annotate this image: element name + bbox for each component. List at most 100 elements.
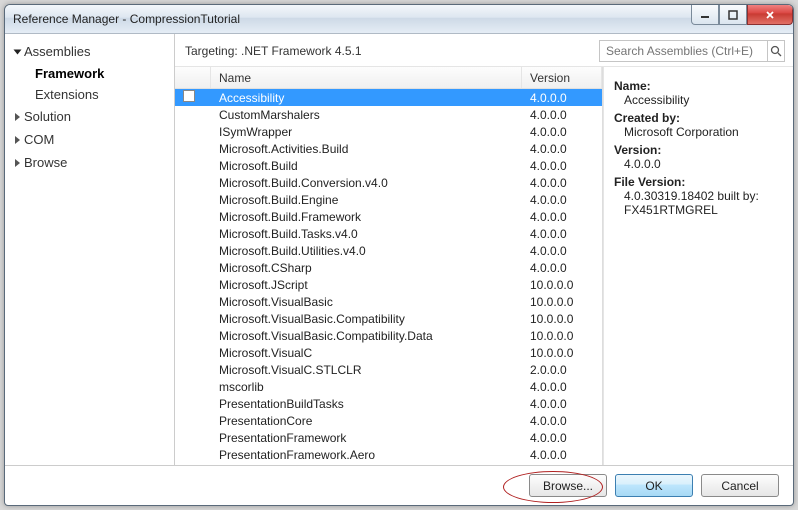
- row-name: Microsoft.Build.Engine: [211, 193, 522, 207]
- sidebar-section-label: Solution: [24, 109, 71, 124]
- assembly-row[interactable]: Accessibility4.0.0.0: [175, 89, 602, 106]
- assembly-row[interactable]: PresentationBuildTasks4.0.0.0: [175, 395, 602, 412]
- assembly-row[interactable]: Microsoft.VisualBasic.Compatibility10.0.…: [175, 310, 602, 327]
- assembly-row[interactable]: Microsoft.Activities.Build4.0.0.0: [175, 140, 602, 157]
- sidebar-item-extensions[interactable]: Extensions: [5, 84, 174, 105]
- assembly-row[interactable]: Microsoft.Build.Tasks.v4.04.0.0.0: [175, 225, 602, 242]
- row-name: Microsoft.VisualC.STLCLR: [211, 363, 522, 377]
- assembly-row[interactable]: PresentationCore4.0.0.0: [175, 412, 602, 429]
- content-area: Targeting: .NET Framework 4.5.1 Name Ver…: [175, 34, 793, 465]
- chevron-icon: [15, 136, 20, 144]
- search-box[interactable]: [599, 40, 785, 62]
- row-name: Microsoft.Build.Framework: [211, 210, 522, 224]
- row-version: 4.0.0.0: [522, 448, 602, 462]
- row-name: ISymWrapper: [211, 125, 522, 139]
- assembly-row[interactable]: Microsoft.Build.Utilities.v4.04.0.0.0: [175, 242, 602, 259]
- sidebar-section-label: Assemblies: [24, 44, 90, 59]
- assembly-row[interactable]: PresentationFramework4.0.0.0: [175, 429, 602, 446]
- row-name: Microsoft.JScript: [211, 278, 522, 292]
- row-name: Microsoft.Build.Conversion.v4.0: [211, 176, 522, 190]
- titlebar[interactable]: Reference Manager - CompressionTutorial: [5, 5, 793, 34]
- row-name: Microsoft.Build.Tasks.v4.0: [211, 227, 522, 241]
- assembly-row[interactable]: Microsoft.VisualBasic.Compatibility.Data…: [175, 327, 602, 344]
- column-version[interactable]: Version: [522, 67, 602, 88]
- row-name: Microsoft.VisualBasic.Compatibility.Data: [211, 329, 522, 343]
- row-version: 4.0.0.0: [522, 125, 602, 139]
- browse-button[interactable]: Browse...: [529, 474, 607, 497]
- assembly-row[interactable]: Microsoft.Build.Conversion.v4.04.0.0.0: [175, 174, 602, 191]
- row-version: 4.0.0.0: [522, 159, 602, 173]
- detail-filever-value: 4.0.30319.18402 built by: FX451RTMGREL: [614, 189, 783, 217]
- minimize-button[interactable]: [691, 5, 719, 25]
- row-name: PresentationFramework: [211, 431, 522, 445]
- assembly-row[interactable]: Microsoft.VisualBasic10.0.0.0: [175, 293, 602, 310]
- row-version: 4.0.0.0: [522, 261, 602, 275]
- detail-created-value: Microsoft Corporation: [614, 125, 783, 139]
- row-version: 4.0.0.0: [522, 397, 602, 411]
- detail-name-value: Accessibility: [614, 93, 783, 107]
- chevron-icon: [15, 159, 20, 167]
- assembly-row[interactable]: Microsoft.JScript10.0.0.0: [175, 276, 602, 293]
- sidebar: Assemblies FrameworkExtensions Solution COM…: [5, 34, 175, 465]
- sidebar-item-framework[interactable]: Framework: [5, 63, 174, 84]
- row-checkbox-cell[interactable]: [175, 90, 211, 105]
- dialog-window: Reference Manager - CompressionTutorial …: [4, 4, 794, 506]
- targeting-label: Targeting: .NET Framework 4.5.1: [185, 44, 591, 58]
- column-name[interactable]: Name: [211, 67, 522, 88]
- row-version: 4.0.0.0: [522, 414, 602, 428]
- row-name: Microsoft.Build: [211, 159, 522, 173]
- row-name: Accessibility: [211, 91, 522, 105]
- assembly-row[interactable]: PresentationFramework.Aero4.0.0.0: [175, 446, 602, 463]
- assembly-row[interactable]: ISymWrapper4.0.0.0: [175, 123, 602, 140]
- row-name: Microsoft.VisualBasic: [211, 295, 522, 309]
- detail-version-value: 4.0.0.0: [614, 157, 783, 171]
- assembly-row[interactable]: Microsoft.CSharp4.0.0.0: [175, 259, 602, 276]
- footer: Browse... OK Cancel: [5, 465, 793, 505]
- row-version: 4.0.0.0: [522, 210, 602, 224]
- assembly-list[interactable]: Name Version Accessibility4.0.0.0CustomM…: [175, 67, 603, 465]
- row-version: 4.0.0.0: [522, 193, 602, 207]
- row-name: Microsoft.CSharp: [211, 261, 522, 275]
- checkbox-icon[interactable]: [183, 90, 195, 102]
- assembly-row[interactable]: mscorlib4.0.0.0: [175, 378, 602, 395]
- row-name: PresentationBuildTasks: [211, 397, 522, 411]
- column-check[interactable]: [175, 67, 211, 88]
- assembly-row[interactable]: CustomMarshalers4.0.0.0: [175, 106, 602, 123]
- row-version: 10.0.0.0: [522, 312, 602, 326]
- assembly-row[interactable]: Microsoft.VisualC.STLCLR2.0.0.0: [175, 361, 602, 378]
- assembly-row[interactable]: Microsoft.VisualC10.0.0.0: [175, 344, 602, 361]
- row-version: 2.0.0.0: [522, 363, 602, 377]
- row-name: PresentationFramework.Aero: [211, 448, 522, 462]
- row-name: PresentationCore: [211, 414, 522, 428]
- assembly-row[interactable]: Microsoft.Build4.0.0.0: [175, 157, 602, 174]
- dialog-body: Assemblies FrameworkExtensions Solution COM…: [5, 34, 793, 465]
- row-version: 4.0.0.0: [522, 108, 602, 122]
- window-buttons: [691, 5, 793, 25]
- cancel-button[interactable]: Cancel: [701, 474, 779, 497]
- ok-button[interactable]: OK: [615, 474, 693, 497]
- row-name: mscorlib: [211, 380, 522, 394]
- sidebar-section-browse[interactable]: Browse: [5, 151, 174, 174]
- sidebar-section-solution[interactable]: Solution: [5, 105, 174, 128]
- list-header: Name Version: [175, 67, 602, 89]
- top-row: Targeting: .NET Framework 4.5.1: [175, 34, 793, 67]
- window-title: Reference Manager - CompressionTutorial: [13, 12, 691, 26]
- search-input[interactable]: [600, 44, 767, 58]
- close-button[interactable]: [747, 5, 793, 25]
- row-name: Microsoft.Build.Utilities.v4.0: [211, 244, 522, 258]
- sidebar-section-label: COM: [24, 132, 54, 147]
- sidebar-section-com[interactable]: COM: [5, 128, 174, 151]
- sidebar-section-assemblies[interactable]: Assemblies: [5, 40, 174, 63]
- assembly-row[interactable]: Microsoft.Build.Engine4.0.0.0: [175, 191, 602, 208]
- row-version: 10.0.0.0: [522, 346, 602, 360]
- sidebar-section-label: Browse: [24, 155, 67, 170]
- list-detail-split: Name Version Accessibility4.0.0.0CustomM…: [175, 67, 793, 465]
- maximize-button[interactable]: [719, 5, 747, 25]
- search-icon[interactable]: [767, 41, 784, 61]
- row-version: 4.0.0.0: [522, 227, 602, 241]
- chevron-icon: [14, 49, 22, 54]
- assembly-row[interactable]: Microsoft.Build.Framework4.0.0.0: [175, 208, 602, 225]
- row-version: 4.0.0.0: [522, 431, 602, 445]
- row-version: 4.0.0.0: [522, 380, 602, 394]
- detail-created-label: Created by:: [614, 111, 783, 125]
